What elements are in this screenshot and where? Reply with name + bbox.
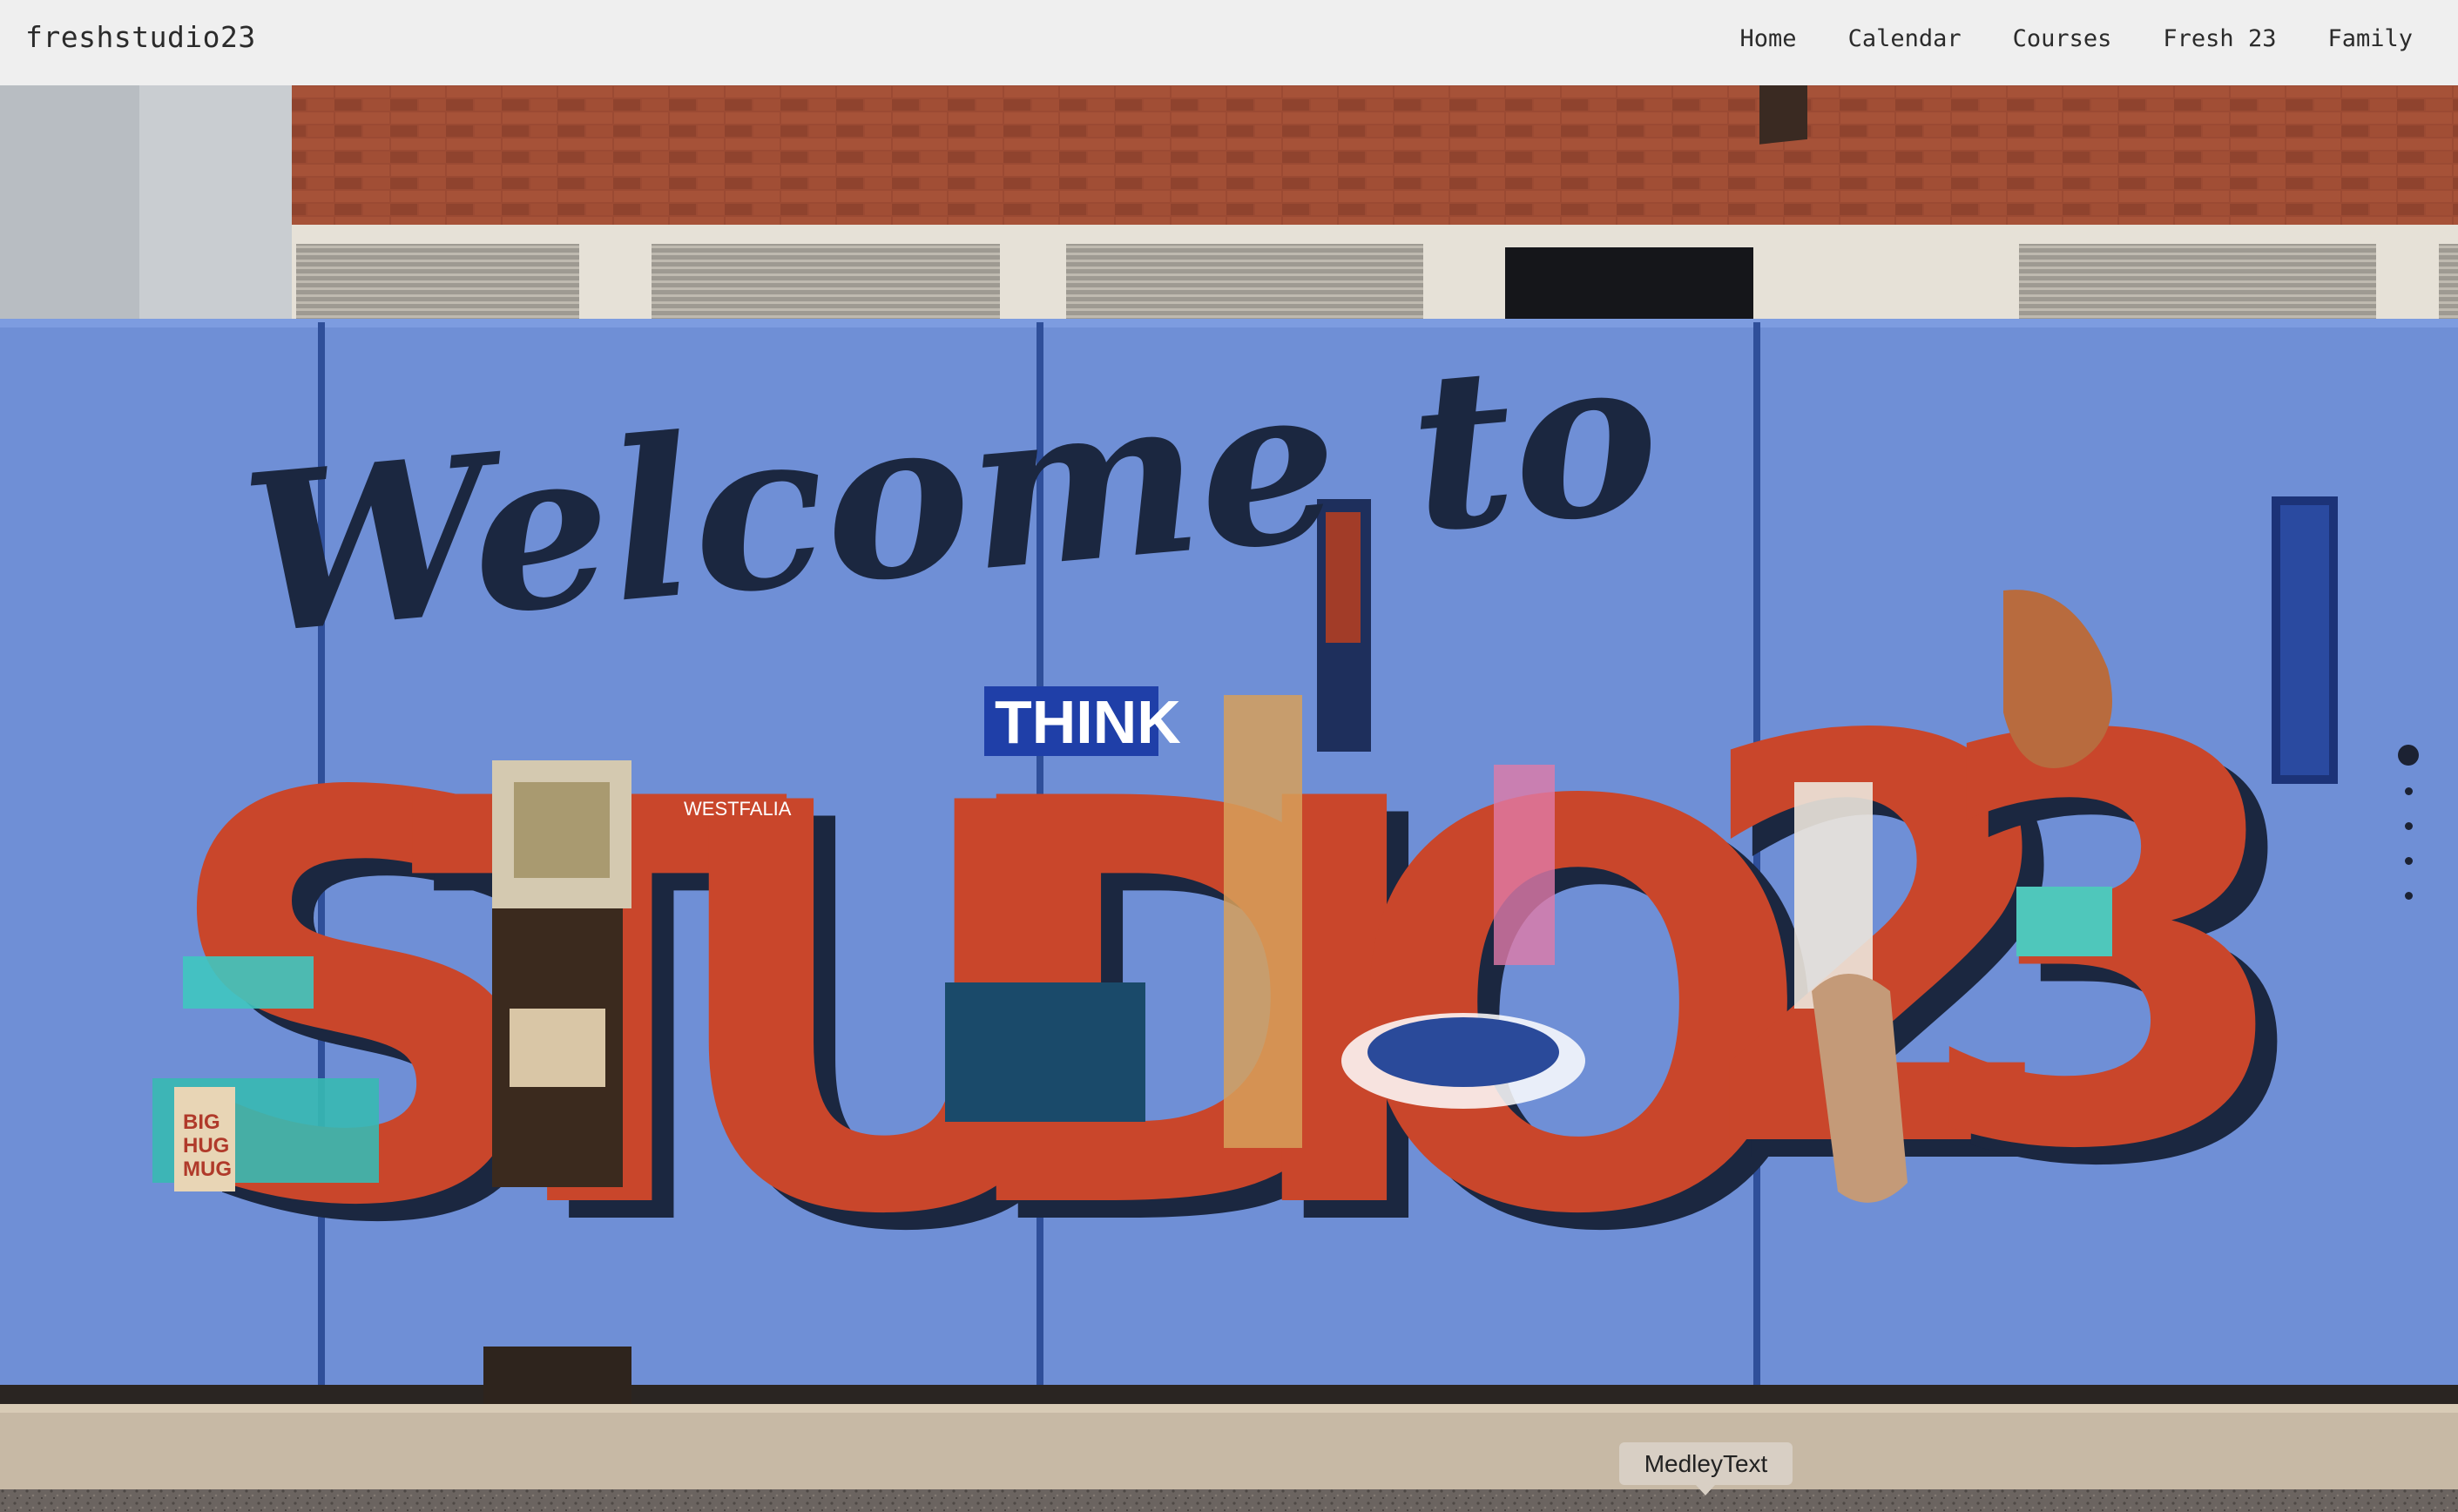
svg-text:WESTFALIA: WESTFALIA (684, 798, 792, 820)
nav-link-home[interactable]: Home (1740, 25, 1797, 52)
caption-tooltip-arrow (1696, 1485, 1715, 1495)
image-caption-tooltip: MedleyText (1619, 1442, 1793, 1485)
svg-text:THINK: THINK (995, 688, 1181, 756)
hero-slideshow: Welcome to S S T T U U D D I I O O 2 2 3… (0, 85, 2458, 1512)
svg-text:MUG: MUG (183, 1158, 232, 1181)
nav-link-fresh-23[interactable]: Fresh 23 (2163, 25, 2276, 52)
slide-dot-3[interactable] (2405, 822, 2413, 830)
nav-link-courses[interactable]: Courses (2013, 25, 2112, 52)
site-header: freshstudio23 Home Calendar Courses Fres… (0, 0, 2458, 85)
svg-text:BIG: BIG (183, 1110, 220, 1134)
slide-dot-2[interactable] (2405, 787, 2413, 795)
main-nav: Home Calendar Courses Fresh 23 Family (1740, 25, 2413, 52)
slide-dot-4[interactable] (2405, 857, 2413, 865)
slide-dot-1[interactable] (2398, 745, 2419, 766)
svg-text:HUG: HUG (183, 1134, 229, 1158)
slide-dot-5[interactable] (2405, 892, 2413, 900)
site-logo[interactable]: freshstudio23 (25, 20, 256, 54)
hero-mural-image: Welcome to S S T T U U D D I I O O 2 2 3… (0, 85, 2458, 1512)
nav-link-calendar[interactable]: Calendar (1848, 25, 1962, 52)
nav-link-family[interactable]: Family (2327, 25, 2413, 52)
